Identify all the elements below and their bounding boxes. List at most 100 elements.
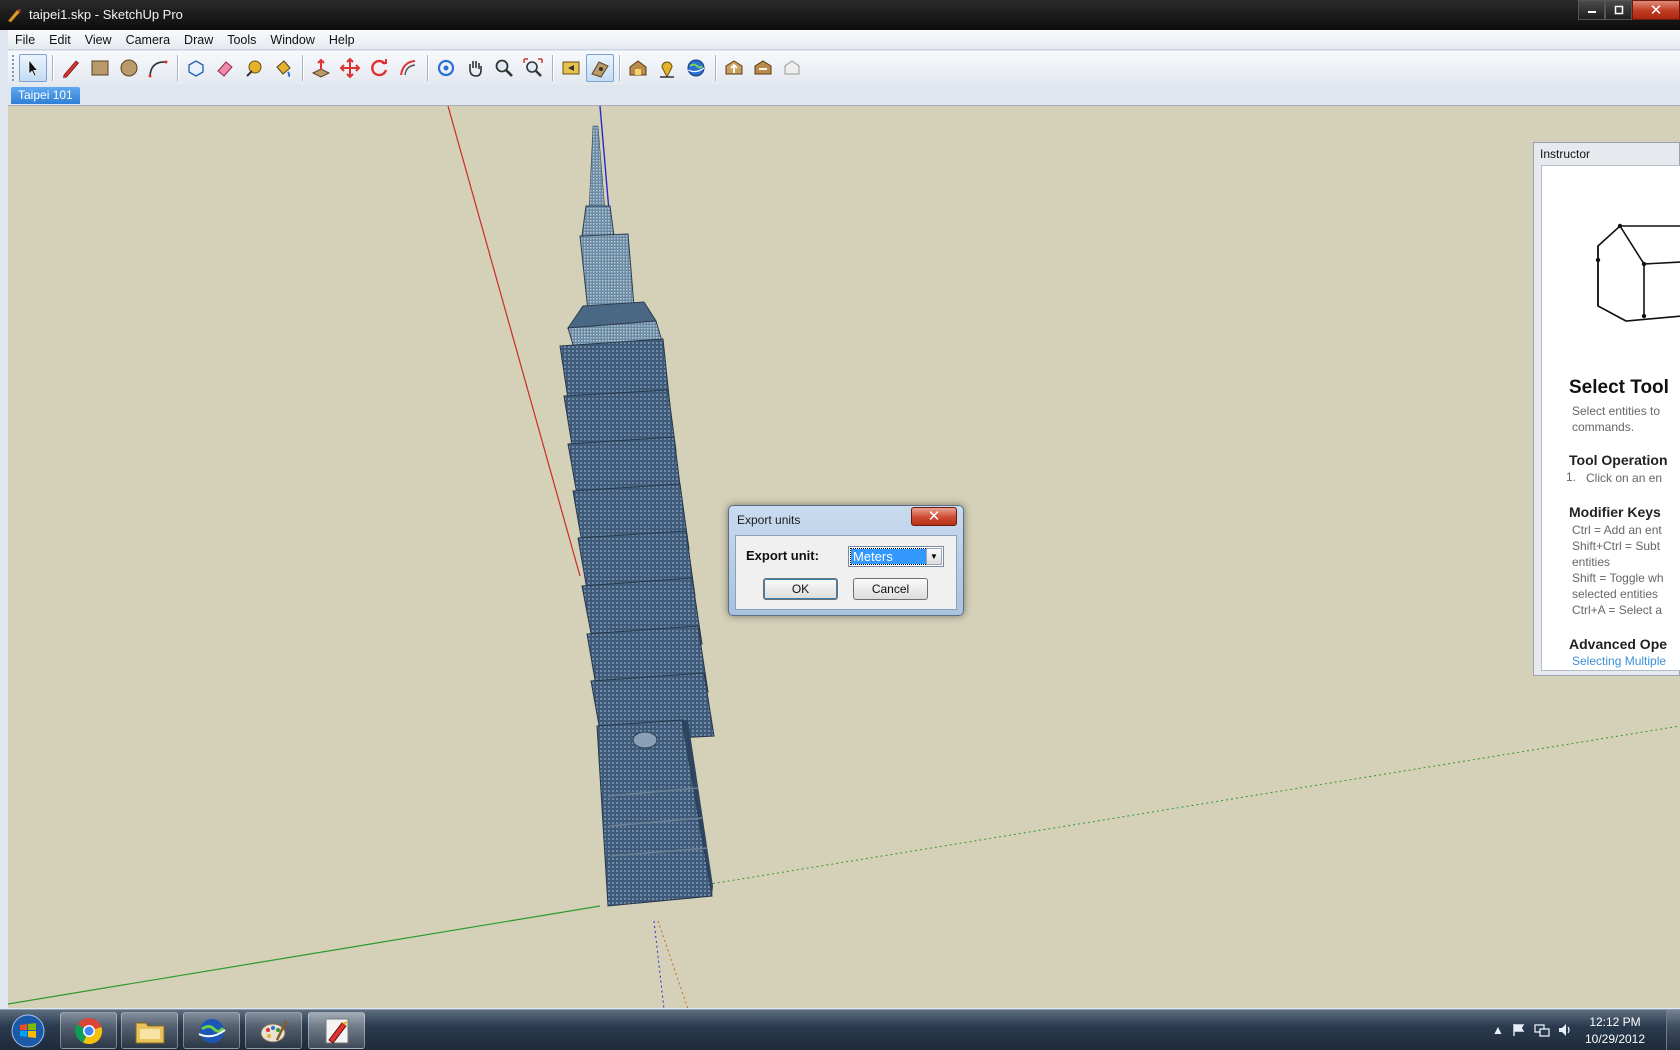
sketchup-icon xyxy=(325,1018,348,1044)
export-unit-selected-value: Meters xyxy=(850,548,928,565)
zoom-extents-button[interactable] xyxy=(519,54,547,82)
eraser-tool-button[interactable] xyxy=(211,54,239,82)
toolbar-separator xyxy=(302,55,303,81)
taipei-101-tower-model[interactable] xyxy=(559,125,715,907)
add-location-button[interactable] xyxy=(653,54,681,82)
show-hidden-icons-arrow[interactable]: ▲ xyxy=(1492,1023,1504,1037)
google-earth-icon xyxy=(198,1018,226,1043)
maximize-button[interactable] xyxy=(1605,0,1632,20)
instructor-content[interactable]: Select Tool Select entities to commands.… xyxy=(1541,165,1680,671)
position-camera-icon xyxy=(591,61,609,78)
taskbar-chrome[interactable] xyxy=(60,1012,117,1049)
toolbar-separator xyxy=(427,55,428,81)
menu-window[interactable]: Window xyxy=(263,30,321,50)
offset-icon xyxy=(400,60,416,76)
get-models-button[interactable] xyxy=(624,54,652,82)
move-arrows-icon xyxy=(339,57,361,79)
rectangle-icon xyxy=(91,60,109,76)
taskbar-explorer[interactable] xyxy=(121,1012,178,1049)
scene-tab-taipei-101[interactable]: Taipei 101 xyxy=(11,87,80,104)
position-camera-button[interactable] xyxy=(586,54,614,82)
ok-button[interactable]: OK xyxy=(763,578,838,600)
arc-tool-button[interactable] xyxy=(144,54,172,82)
share-model-button[interactable] xyxy=(720,54,748,82)
restore-icon xyxy=(1614,5,1623,15)
instructor-panel: Instructor Select Tool Select entities t… xyxy=(1533,142,1680,676)
previous-view-button[interactable] xyxy=(557,54,585,82)
window-title-bar[interactable]: taipei1.skp - SketchUp Pro ✕ xyxy=(0,0,1680,30)
hand-icon xyxy=(469,61,482,77)
blue-axis-dotted xyxy=(653,920,665,1008)
toolbar-separator xyxy=(619,55,620,81)
paint-bucket-button[interactable] xyxy=(269,54,297,82)
volume-icon[interactable] xyxy=(1558,1023,1574,1037)
dialog-title: Export units xyxy=(737,513,801,527)
selecting-multiple-link[interactable]: Selecting Multiple xyxy=(1572,654,1666,668)
line-tool-button[interactable] xyxy=(57,54,85,82)
menu-draw[interactable]: Draw xyxy=(177,30,220,50)
menu-view[interactable]: View xyxy=(78,30,119,50)
modifier-keys-heading: Modifier Keys xyxy=(1569,504,1661,520)
export-unit-select[interactable]: Meters ▼ xyxy=(848,546,944,567)
modifier-line: Ctrl = Add an ent xyxy=(1572,523,1662,537)
pan-tool-button[interactable] xyxy=(461,54,489,82)
main-toolbar xyxy=(8,51,1680,85)
location-pin-icon xyxy=(660,61,674,79)
menu-tools[interactable]: Tools xyxy=(220,30,263,50)
arc-icon xyxy=(148,60,168,78)
make-component-button[interactable] xyxy=(182,54,210,82)
show-desktop-button[interactable] xyxy=(1666,1010,1680,1050)
share-component-icon xyxy=(754,60,772,75)
green-axis-dotted xyxy=(697,725,1680,887)
google-earth-button[interactable] xyxy=(682,54,710,82)
dropdown-arrow-icon[interactable]: ▼ xyxy=(926,548,942,565)
extension-warehouse-button[interactable] xyxy=(778,54,806,82)
cancel-button[interactable]: Cancel xyxy=(853,578,928,600)
green-axis xyxy=(8,905,601,1005)
rectangle-tool-button[interactable] xyxy=(86,54,114,82)
start-button[interactable] xyxy=(4,1012,52,1049)
instructor-panel-title[interactable]: Instructor xyxy=(1540,147,1590,161)
toolbar-grip[interactable] xyxy=(12,55,16,81)
red-axis xyxy=(447,106,581,577)
tape-measure-button[interactable] xyxy=(240,54,268,82)
network-icon[interactable] xyxy=(1534,1023,1550,1037)
menu-edit[interactable]: Edit xyxy=(42,30,78,50)
toolbar-separator xyxy=(552,55,553,81)
menu-file[interactable]: File xyxy=(8,30,42,50)
circle-tool-button[interactable] xyxy=(115,54,143,82)
move-tool-button[interactable] xyxy=(336,54,364,82)
tape-measure-icon xyxy=(246,60,262,77)
component-icon xyxy=(188,60,204,77)
action-center-flag-icon[interactable] xyxy=(1512,1023,1526,1037)
windows-taskbar: ▲ 12:12 PM 10/29/2012 xyxy=(0,1009,1680,1050)
taskbar-clock-date[interactable]: 10/29/2012 xyxy=(1580,1032,1650,1046)
sketchup-main-window: File Edit View Camera Draw Tools Window … xyxy=(0,30,1680,1009)
menu-help[interactable]: Help xyxy=(322,30,362,50)
select-tool-button[interactable] xyxy=(19,54,47,82)
instructor-intro-line: Select entities to xyxy=(1572,404,1661,418)
rotate-tool-button[interactable] xyxy=(365,54,393,82)
minimize-button[interactable] xyxy=(1578,0,1605,20)
share-component-button[interactable] xyxy=(749,54,777,82)
taskbar-paint[interactable] xyxy=(245,1012,302,1049)
taskbar-sketchup[interactable] xyxy=(308,1012,365,1049)
taskbar-google-earth[interactable] xyxy=(183,1012,240,1049)
close-window-button[interactable]: ✕ xyxy=(1632,0,1680,20)
taskbar-clock-time[interactable]: 12:12 PM xyxy=(1580,1015,1650,1029)
modifier-line: Shift+Ctrl = Subt xyxy=(1572,539,1661,553)
instructor-heading: Select Tool xyxy=(1569,377,1669,398)
menu-camera[interactable]: Camera xyxy=(119,30,177,50)
offset-tool-button[interactable] xyxy=(394,54,422,82)
eraser-icon xyxy=(217,61,233,77)
zoom-tool-button[interactable] xyxy=(490,54,518,82)
orbit-tool-button[interactable] xyxy=(432,54,460,82)
magnifier-icon xyxy=(495,59,513,77)
push-pull-button[interactable] xyxy=(307,54,335,82)
export-units-dialog: Export units ✕ Export unit: Meters ▼ OK … xyxy=(728,505,964,616)
toolbar-separator xyxy=(715,55,716,81)
tool-operation-heading: Tool Operation xyxy=(1569,452,1668,468)
house-illustration xyxy=(1595,223,1680,322)
dialog-close-button[interactable]: ✕ xyxy=(911,507,957,526)
pencil-icon xyxy=(63,60,80,78)
